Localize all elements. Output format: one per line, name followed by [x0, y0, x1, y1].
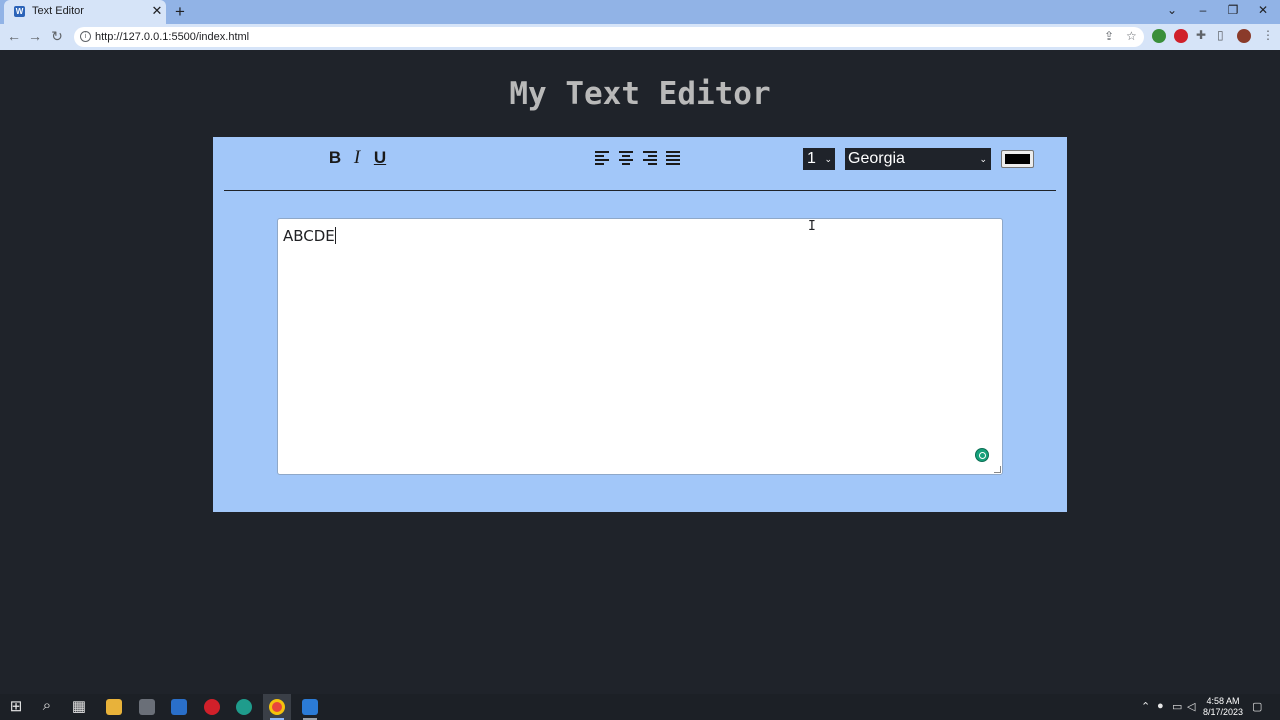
bold-button[interactable]: B: [325, 145, 345, 171]
opera-icon[interactable]: [204, 699, 220, 715]
reload-button[interactable]: ↻: [49, 28, 65, 45]
vscode-icon[interactable]: [302, 699, 318, 715]
address-bar[interactable]: i http://127.0.0.1:5500/index.html ⇪ ☆: [74, 27, 1144, 47]
text-color-picker[interactable]: [1001, 150, 1034, 168]
font-size-value: 1: [807, 150, 816, 167]
editor-text-value: ABCDE: [283, 227, 335, 245]
chevron-down-icon: ⌄: [824, 154, 832, 164]
editor-container: B I U 1 ⌄ Georgia ⌄ ABCDE: [213, 137, 1067, 512]
file-explorer-icon[interactable]: [106, 699, 122, 715]
editor-text: ABCDE: [283, 227, 336, 245]
notification-icon[interactable]: ▢: [1252, 700, 1262, 713]
edge-icon[interactable]: [236, 699, 252, 715]
tray-chevron-icon[interactable]: ⌃: [1141, 700, 1150, 713]
browser-tabstrip: W Text Editor ✕ + ⌄ – ❐ ✕: [0, 0, 1280, 24]
windows-taskbar: ⊞ ⌕ ▦ ⌃ ● ▭ ◁ 4:58 AM 8/17/2023 ▢: [0, 694, 1280, 720]
text-cursor-icon: I: [808, 219, 816, 234]
extension-green-icon[interactable]: [1152, 29, 1166, 43]
chrome-icon[interactable]: [269, 699, 285, 715]
tab-favicon-icon: W: [14, 6, 25, 17]
align-left-icon[interactable]: [595, 151, 609, 165]
align-center-icon[interactable]: [619, 151, 633, 165]
side-panel-icon[interactable]: ▯: [1217, 28, 1224, 42]
search-icon[interactable]: ⌕: [38, 697, 56, 714]
restore-button[interactable]: ❐: [1223, 3, 1243, 17]
tab-title: Text Editor: [32, 5, 84, 17]
menu-kebab-icon[interactable]: ⋮: [1262, 28, 1274, 42]
align-justify-icon[interactable]: [666, 151, 680, 165]
clock-date: 8/17/2023: [1202, 707, 1244, 717]
resize-handle[interactable]: [994, 466, 1001, 473]
volume-icon[interactable]: ◁: [1187, 700, 1195, 713]
system-clock[interactable]: 4:58 AM 8/17/2023: [1199, 696, 1247, 718]
bookmark-star-icon[interactable]: ☆: [1126, 29, 1137, 43]
browser-tab[interactable]: W Text Editor ✕: [4, 0, 166, 24]
editor-textarea[interactable]: ABCDE: [277, 218, 1003, 475]
clock-time: 4:58 AM: [1206, 696, 1240, 706]
back-button[interactable]: ←: [6, 28, 22, 44]
tab-close-icon[interactable]: ✕: [150, 3, 164, 19]
font-family-value: Georgia: [848, 150, 905, 167]
extensions-puzzle-icon[interactable]: ✚: [1196, 28, 1206, 42]
color-swatch: [1005, 154, 1030, 164]
task-view-icon[interactable]: ▦: [70, 697, 88, 715]
toolbar-divider: [224, 190, 1056, 191]
tab-search-icon[interactable]: ⌄: [1162, 3, 1182, 17]
microphone-icon[interactable]: ●: [1157, 700, 1164, 712]
extension-opera-icon[interactable]: [1174, 29, 1188, 43]
profile-avatar[interactable]: [1237, 29, 1251, 43]
grammarly-icon[interactable]: [975, 448, 989, 462]
store-icon[interactable]: [139, 699, 155, 715]
chevron-down-icon: ⌄: [979, 154, 987, 164]
browser-toolbar: ← → ↻ i http://127.0.0.1:5500/index.html…: [0, 24, 1280, 50]
site-info-icon[interactable]: i: [80, 31, 91, 42]
font-size-select[interactable]: 1 ⌄: [803, 148, 835, 170]
url-text: http://127.0.0.1:5500/index.html: [95, 31, 250, 43]
network-icon[interactable]: ▭: [1172, 700, 1182, 713]
windows-start-icon[interactable]: ⊞: [7, 697, 25, 715]
share-icon[interactable]: ⇪: [1104, 29, 1114, 43]
minimize-button[interactable]: –: [1193, 3, 1213, 17]
text-caret: [334, 227, 336, 244]
new-tab-button[interactable]: +: [172, 2, 188, 22]
close-window-button[interactable]: ✕: [1253, 3, 1273, 17]
font-family-select[interactable]: Georgia ⌄: [845, 148, 991, 170]
page-title: My Text Editor: [509, 76, 771, 112]
mail-icon[interactable]: [171, 699, 187, 715]
italic-button[interactable]: I: [347, 145, 367, 171]
underline-button[interactable]: U: [370, 145, 390, 171]
align-right-icon[interactable]: [643, 151, 657, 165]
forward-button[interactable]: →: [27, 28, 43, 44]
